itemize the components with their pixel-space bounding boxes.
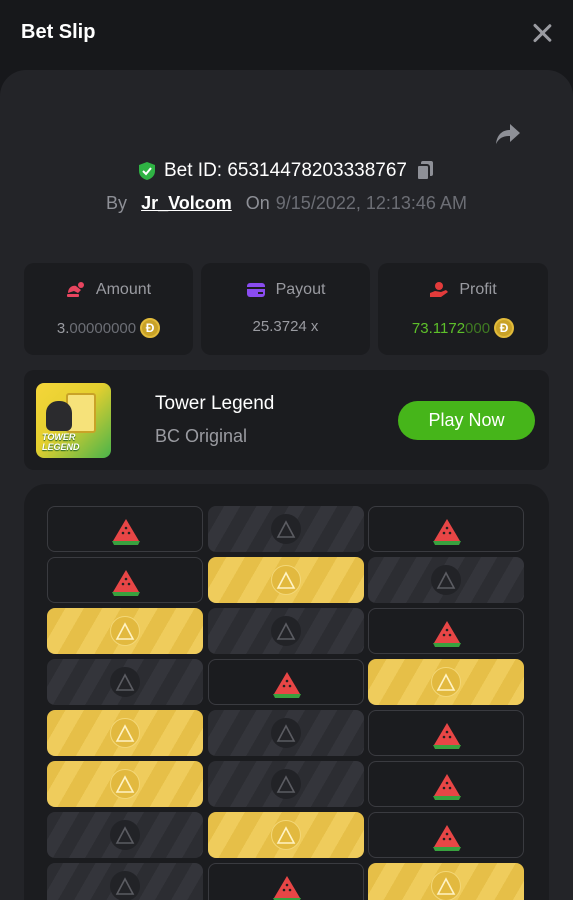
user-link[interactable]: Jr_Volcom (141, 193, 232, 214)
amount-value-tail: 00000000 (69, 319, 137, 337)
board-tile-hidden (208, 608, 364, 654)
bet-meta-row: By Jr_Volcom On 9/15/2022, 12:13:46 AM (0, 193, 573, 217)
board-tile-melon (47, 557, 203, 603)
board-tile-gold (47, 608, 203, 654)
board-tile-melon (368, 710, 524, 756)
board-tile-hidden (47, 863, 203, 900)
slice-icon (276, 826, 296, 844)
payout-label: Payout (275, 281, 326, 298)
slice-icon (115, 724, 135, 742)
slice-icon (436, 673, 456, 691)
amount-label: Amount (95, 281, 152, 298)
copy-icon[interactable] (415, 160, 435, 182)
payout-card-icon (246, 283, 265, 297)
slice-icon (115, 826, 135, 844)
board-tile-melon (208, 863, 364, 900)
profit-label: Profit (459, 281, 497, 298)
share-icon[interactable] (495, 122, 521, 146)
watermelon-icon (433, 774, 461, 800)
slice-icon (436, 571, 456, 589)
bet-id-row: Bet ID: 65314478203338767 (0, 160, 573, 186)
page-title: Bet Slip (21, 21, 96, 43)
coin-icon: Ð (494, 318, 515, 338)
slice-icon (436, 877, 456, 895)
board-tile-gold (47, 710, 203, 756)
board-tile-hidden (208, 761, 364, 807)
payout-value: 25.3724 x (252, 318, 319, 335)
close-icon[interactable] (531, 22, 553, 44)
board-tile-hidden (208, 710, 364, 756)
slice-icon (115, 622, 135, 640)
board-tile-gold (368, 659, 524, 705)
slice-icon (276, 571, 296, 589)
slice-icon (115, 673, 135, 691)
board-tile-gold (47, 761, 203, 807)
profit-value-main: 73.1172 (411, 319, 466, 337)
board-tile-hidden (368, 557, 524, 603)
bet-datetime: 9/15/2022, 12:13:46 AM (275, 193, 467, 213)
by-label: By (106, 193, 128, 213)
game-name[interactable]: Tower Legend (155, 393, 274, 415)
board-tile-gold (368, 863, 524, 900)
play-now-button[interactable]: Play Now (398, 401, 535, 440)
watermelon-icon (433, 723, 461, 749)
shield-check-icon (139, 162, 155, 180)
amount-icon (66, 282, 84, 297)
game-card: TOWER LEGEND Tower Legend BC Original Pl… (24, 370, 549, 470)
character-graphic (46, 401, 72, 431)
profit-value: 73.1172000 (412, 320, 490, 337)
amount-card: Amount 3.00000000 Ð (24, 263, 193, 355)
board-tile-melon (368, 761, 524, 807)
profit-value-tail: 000 (465, 319, 491, 337)
logo-line-1: TOWER (42, 432, 76, 442)
board-tile-hidden (47, 659, 203, 705)
profit-hand-icon (430, 282, 449, 297)
watermelon-icon (433, 621, 461, 647)
game-thumbnail[interactable]: TOWER LEGEND (36, 383, 111, 458)
amount-value: 3.00000000 (57, 320, 136, 337)
board-tile-melon (368, 506, 524, 552)
watermelon-icon (273, 876, 301, 900)
board-tile-gold (208, 557, 364, 603)
board-tile-melon (47, 506, 203, 552)
payout-card: Payout 25.3724 x (201, 263, 370, 355)
slice-icon (115, 877, 135, 895)
board-tile-melon (368, 608, 524, 654)
bet-id: Bet ID: 65314478203338767 (164, 160, 407, 181)
game-logo: TOWER LEGEND (42, 432, 80, 452)
on-label: On (245, 193, 270, 213)
watermelon-icon (273, 672, 301, 698)
watermelon-icon (433, 519, 461, 545)
slice-icon (276, 622, 296, 640)
amount-value-main: 3. (56, 319, 70, 337)
watermelon-icon (112, 570, 140, 596)
board-tile-hidden (47, 812, 203, 858)
board-tile-hidden (208, 506, 364, 552)
board-tile-melon (208, 659, 364, 705)
logo-line-2: LEGEND (42, 442, 80, 452)
board-tile-gold (208, 812, 364, 858)
watermelon-icon (112, 519, 140, 545)
slice-icon (276, 775, 296, 793)
watermelon-icon (433, 825, 461, 851)
profit-card: Profit 73.1172000 Ð (378, 263, 548, 355)
coin-icon: Ð (140, 318, 161, 338)
game-subtitle: BC Original (155, 426, 248, 446)
slice-icon (276, 724, 296, 742)
slice-icon (115, 775, 135, 793)
header: Bet Slip (0, 0, 573, 64)
slice-icon (276, 520, 296, 538)
board-tile-melon (368, 812, 524, 858)
